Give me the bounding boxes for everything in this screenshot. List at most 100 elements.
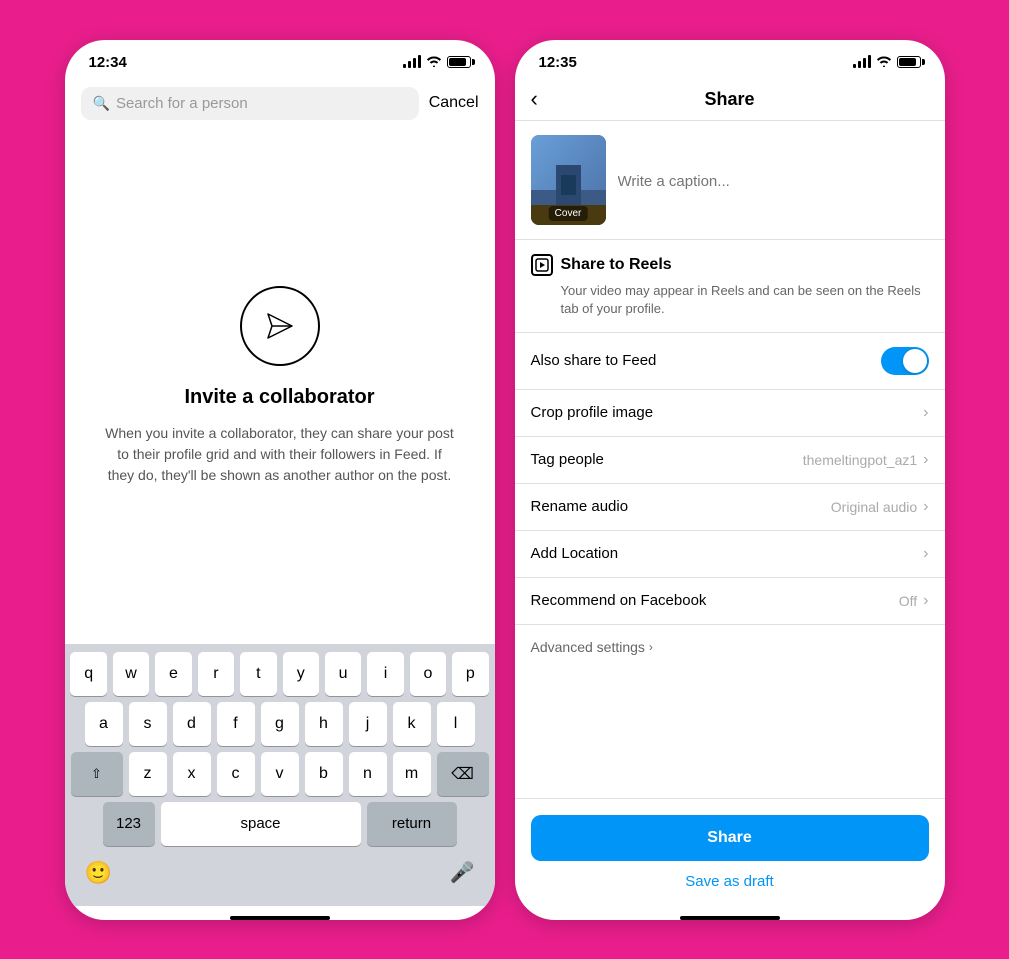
option-label-audio: Rename audio [531, 498, 629, 515]
key-t[interactable]: t [240, 652, 276, 696]
search-input-wrap[interactable]: 🔍 Search for a person [81, 87, 419, 120]
reels-header: Share to Reels [531, 254, 929, 276]
key-n[interactable]: n [349, 752, 387, 796]
key-z[interactable]: z [129, 752, 167, 796]
tag-people-value: themeltingpot_az1 [803, 452, 917, 468]
chevron-icon-crop: › [923, 404, 928, 422]
time-1: 12:34 [89, 54, 127, 71]
option-label-location: Add Location [531, 545, 619, 562]
invite-description: When you invite a collaborator, they can… [105, 423, 455, 486]
share-header: ‹ Share [515, 79, 945, 121]
option-tag-people[interactable]: Tag people themeltingpot_az1 › [515, 437, 945, 484]
signal-icon-2 [853, 56, 871, 68]
key-u[interactable]: u [325, 652, 361, 696]
send-circle-icon [240, 286, 320, 366]
search-placeholder: Search for a person [116, 95, 248, 112]
key-f[interactable]: f [217, 702, 255, 746]
key-r[interactable]: r [198, 652, 234, 696]
reels-description: Your video may appear in Reels and can b… [561, 282, 929, 318]
chevron-icon-facebook: › [923, 592, 928, 610]
keyboard-row-4: 123 space return [71, 802, 489, 846]
option-right-facebook: Off › [899, 592, 929, 610]
share-button[interactable]: Share [531, 815, 929, 861]
caption-row: Cover [515, 121, 945, 240]
keyboard-row-2: a s d f g h j k l [71, 702, 489, 746]
search-icon: 🔍 [93, 95, 110, 112]
key-backspace[interactable]: ⌫ [437, 752, 489, 796]
key-w[interactable]: w [113, 652, 149, 696]
key-b[interactable]: b [305, 752, 343, 796]
option-right-location: › [923, 545, 928, 563]
key-j[interactable]: j [349, 702, 387, 746]
key-v[interactable]: v [261, 752, 299, 796]
key-c[interactable]: c [217, 752, 255, 796]
signal-icon [403, 56, 421, 68]
keyboard: q w e r t y u i o p a s d f g h [65, 644, 495, 906]
phone-screen-1: 12:34 [65, 40, 495, 920]
cancel-button[interactable]: Cancel [429, 94, 479, 112]
key-q[interactable]: q [70, 652, 106, 696]
chevron-icon-location: › [923, 545, 928, 563]
key-g[interactable]: g [261, 702, 299, 746]
key-123[interactable]: 123 [103, 802, 155, 846]
key-e[interactable]: e [155, 652, 191, 696]
advanced-settings-row[interactable]: Advanced settings › [515, 625, 945, 669]
key-o[interactable]: o [410, 652, 446, 696]
save-draft-button[interactable]: Save as draft [531, 873, 929, 890]
key-y[interactable]: y [283, 652, 319, 696]
key-p[interactable]: p [452, 652, 488, 696]
option-right-crop: › [923, 404, 928, 422]
status-icons-1 [403, 55, 471, 70]
search-bar-row: 🔍 Search for a person Cancel [65, 79, 495, 128]
status-icons-2 [853, 55, 921, 70]
option-crop-profile[interactable]: Crop profile image › [515, 390, 945, 437]
option-label-facebook: Recommend on Facebook [531, 592, 707, 609]
caption-input[interactable] [618, 135, 929, 225]
screen1-content: 🔍 Search for a person Cancel Invite a co… [65, 79, 495, 920]
home-indicator [230, 916, 330, 920]
option-add-location[interactable]: Add Location › [515, 531, 945, 578]
key-k[interactable]: k [393, 702, 431, 746]
option-label-feed: Also share to Feed [531, 352, 657, 369]
invite-collaborator-section: Invite a collaborator When you invite a … [65, 128, 495, 644]
reels-icon [531, 254, 553, 276]
phone-screen-2: 12:35 [515, 40, 945, 920]
toggle-knob [903, 349, 927, 373]
also-share-toggle[interactable] [881, 347, 929, 375]
advanced-settings-label: Advanced settings [531, 639, 645, 655]
option-recommend-facebook[interactable]: Recommend on Facebook Off › [515, 578, 945, 625]
key-space[interactable]: space [161, 802, 361, 846]
option-rename-audio[interactable]: Rename audio Original audio › [515, 484, 945, 531]
wifi-icon-2 [876, 55, 892, 70]
option-also-share-to-feed: Also share to Feed [515, 333, 945, 390]
back-arrow-icon[interactable]: ‹ [531, 86, 538, 112]
key-d[interactable]: d [173, 702, 211, 746]
key-i[interactable]: i [367, 652, 403, 696]
key-a[interactable]: a [85, 702, 123, 746]
rename-audio-value: Original audio [831, 499, 917, 515]
option-right-tag: themeltingpot_az1 › [803, 451, 929, 469]
status-bar-2: 12:35 [515, 40, 945, 79]
emoji-icon[interactable]: 🙂 [85, 860, 112, 886]
key-m[interactable]: m [393, 752, 431, 796]
key-l[interactable]: l [437, 702, 475, 746]
key-return[interactable]: return [367, 802, 457, 846]
battery-icon-2 [897, 56, 921, 68]
screen2-content: ‹ Share [515, 79, 945, 906]
keyboard-bottom: 🙂 🎤 [71, 852, 489, 886]
key-x[interactable]: x [173, 752, 211, 796]
chevron-icon-tag: › [923, 451, 928, 469]
mic-icon[interactable]: 🎤 [450, 860, 475, 885]
reels-section: Share to Reels Your video may appear in … [515, 240, 945, 333]
time-2: 12:35 [539, 54, 577, 71]
key-shift[interactable]: ⇧ [71, 752, 123, 796]
chevron-icon-audio: › [923, 498, 928, 516]
key-h[interactable]: h [305, 702, 343, 746]
keyboard-row-1: q w e r t y u i o p [71, 652, 489, 696]
cover-label: Cover [549, 206, 588, 221]
invite-title: Invite a collaborator [184, 386, 374, 409]
status-bar-1: 12:34 [65, 40, 495, 79]
key-s[interactable]: s [129, 702, 167, 746]
keyboard-row-3: ⇧ z x c v b n m ⌫ [71, 752, 489, 796]
battery-icon [447, 56, 471, 68]
